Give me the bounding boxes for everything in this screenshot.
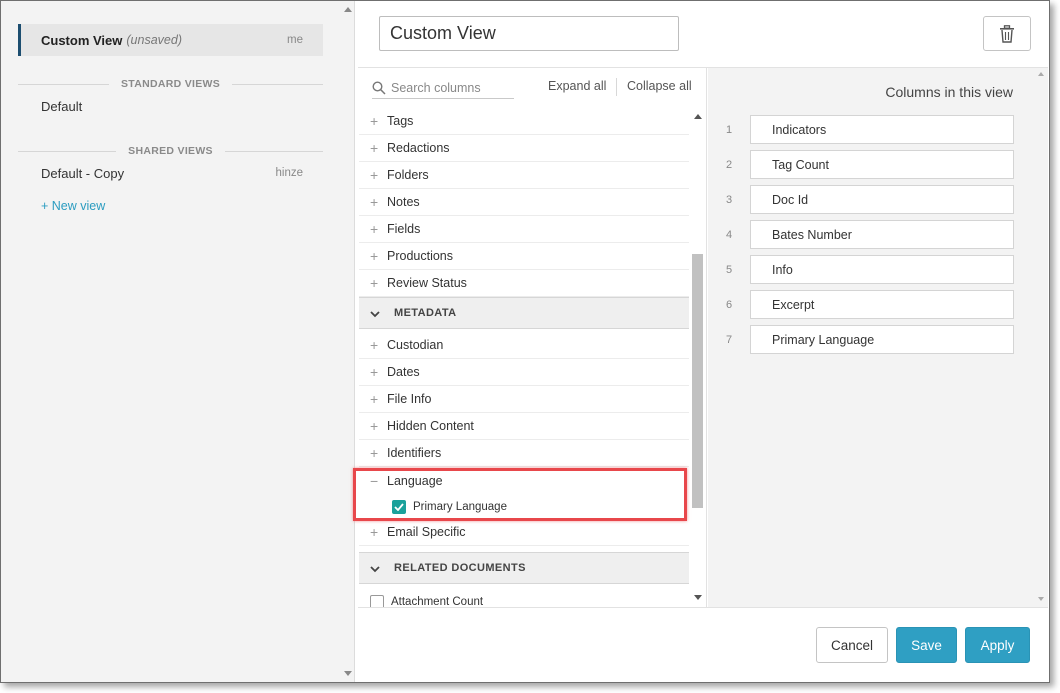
view-name: Default: [41, 98, 83, 114]
view-item-custom-view[interactable]: Custom View (unsaved) me: [18, 24, 323, 56]
column-entry[interactable]: 3 Doc Id: [708, 185, 1018, 214]
collapse-minus-icon: −: [370, 472, 379, 489]
expand-all-link[interactable]: Expand all: [548, 79, 606, 93]
group-email-specific[interactable]: + Email Specific: [359, 519, 689, 546]
view-owner: hinze: [275, 167, 304, 179]
search-columns-input[interactable]: Search columns: [372, 77, 514, 99]
cancel-button[interactable]: Cancel: [816, 627, 888, 663]
view-name: Default - Copy: [41, 165, 125, 181]
column-label: Primary Language: [750, 325, 1014, 354]
column-position: 7: [725, 333, 733, 346]
checkbox-checked-icon[interactable]: [392, 499, 406, 514]
group-hidden-content[interactable]: + Hidden Content: [359, 413, 689, 440]
expand-plus-icon: +: [370, 418, 379, 434]
expand-plus-icon: +: [370, 364, 379, 380]
column-entry[interactable]: 5 Info: [708, 255, 1018, 284]
sidebar-scrollbar[interactable]: [341, 1, 355, 682]
apply-button[interactable]: Apply: [965, 627, 1030, 663]
column-position: 3: [725, 193, 733, 206]
column-chooser: Search columns Expand all Collapse all +…: [358, 68, 707, 607]
group-dates[interactable]: + Dates: [359, 359, 689, 386]
scroll-up-arrow-icon[interactable]: [344, 7, 352, 12]
expand-plus-icon: +: [370, 221, 379, 237]
group-productions[interactable]: + Productions: [359, 243, 689, 270]
chevron-down-icon: [370, 306, 392, 321]
group-custodian[interactable]: + Custodian: [359, 332, 689, 359]
group-identifiers[interactable]: + Identifiers: [359, 440, 689, 467]
column-entry[interactable]: 7 Primary Language: [708, 325, 1018, 354]
scroll-up-arrow-icon[interactable]: [1038, 72, 1044, 76]
group-language[interactable]: − Language: [359, 467, 689, 494]
group-notes[interactable]: + Notes: [359, 189, 689, 216]
expand-plus-icon: +: [370, 524, 379, 540]
view-owner: me: [287, 34, 303, 46]
column-position: 5: [725, 263, 733, 276]
expand-plus-icon: +: [370, 391, 379, 407]
column-position: 6: [725, 298, 733, 311]
view-name: Custom View: [41, 32, 123, 48]
unsaved-flag: (unsaved): [126, 33, 182, 47]
column-label: Indicators: [750, 115, 1014, 144]
view-item-default[interactable]: Default: [18, 90, 323, 122]
column-label: Excerpt: [750, 290, 1014, 319]
divider: [224, 150, 324, 152]
search-icon: [372, 80, 386, 95]
category-metadata[interactable]: METADATA: [359, 297, 689, 329]
save-button[interactable]: Save: [896, 627, 957, 663]
expand-plus-icon: +: [370, 140, 379, 156]
expand-plus-icon: +: [370, 248, 379, 264]
expand-plus-icon: +: [370, 113, 379, 129]
scroll-up-arrow-icon[interactable]: [694, 114, 702, 119]
columns-in-view-panel: Columns in this view 1 Indicators 2 Tag Co…: [708, 68, 1048, 607]
scrollbar-thumb[interactable]: [692, 254, 703, 508]
new-view-link[interactable]: + New view: [41, 199, 105, 213]
group-redactions[interactable]: + Redactions: [359, 135, 689, 162]
divider: [18, 150, 117, 152]
columns-panel-title: Columns in this view: [885, 84, 1013, 100]
category-related-documents[interactable]: RELATED DOCUMENTS: [359, 552, 689, 584]
column-entry[interactable]: 1 Indicators: [708, 115, 1018, 144]
column-view-editor-dialog: Custom View (unsaved) me STANDARD VIEWS …: [0, 0, 1050, 683]
column-label: Doc Id: [750, 185, 1014, 214]
expand-plus-icon: +: [370, 337, 379, 353]
column-label: Info: [750, 255, 1014, 284]
scroll-down-arrow-icon[interactable]: [694, 595, 702, 600]
group-fields[interactable]: + Fields: [359, 216, 689, 243]
column-list-scrollbar[interactable]: [689, 108, 706, 607]
scroll-down-arrow-icon[interactable]: [1038, 597, 1044, 601]
delete-view-button[interactable]: [983, 16, 1031, 51]
scroll-down-arrow-icon[interactable]: [344, 671, 352, 676]
divider: [18, 83, 109, 85]
column-option-attachment-count[interactable]: Attachment Count: [359, 589, 689, 607]
group-tags[interactable]: + Tags: [359, 108, 689, 135]
checkbox-unchecked-icon[interactable]: [370, 594, 384, 607]
column-label: Bates Number: [750, 220, 1014, 249]
group-review-status[interactable]: + Review Status: [359, 270, 689, 297]
group-file-info[interactable]: + File Info: [359, 386, 689, 413]
column-label: Tag Count: [750, 150, 1014, 179]
expand-plus-icon: +: [370, 194, 379, 210]
collapse-all-link[interactable]: Collapse all: [627, 79, 692, 93]
column-position: 1: [725, 123, 733, 136]
view-item-default-copy[interactable]: Default - Copy hinze: [18, 157, 323, 189]
column-entry[interactable]: 6 Excerpt: [708, 290, 1018, 319]
column-group-list: + Tags + Redactions + Folders + Notes + Field…: [359, 108, 689, 607]
divider: [358, 607, 1048, 608]
column-option-primary-language[interactable]: Primary Language: [359, 494, 689, 519]
trash-icon: [1000, 24, 1014, 43]
divider: [232, 83, 323, 85]
group-folders[interactable]: + Folders: [359, 162, 689, 189]
chevron-down-icon: [370, 561, 392, 576]
views-sidebar: Custom View (unsaved) me STANDARD VIEWS …: [1, 1, 355, 682]
view-name-input[interactable]: [379, 16, 679, 51]
search-placeholder: Search columns: [391, 80, 481, 95]
expand-plus-icon: +: [370, 275, 379, 291]
column-entry[interactable]: 2 Tag Count: [708, 150, 1018, 179]
divider: [616, 78, 617, 96]
column-position: 4: [725, 228, 733, 241]
column-position: 2: [725, 158, 733, 171]
column-entry[interactable]: 4 Bates Number: [708, 220, 1018, 249]
expand-plus-icon: +: [370, 445, 379, 461]
expand-plus-icon: +: [370, 167, 379, 183]
